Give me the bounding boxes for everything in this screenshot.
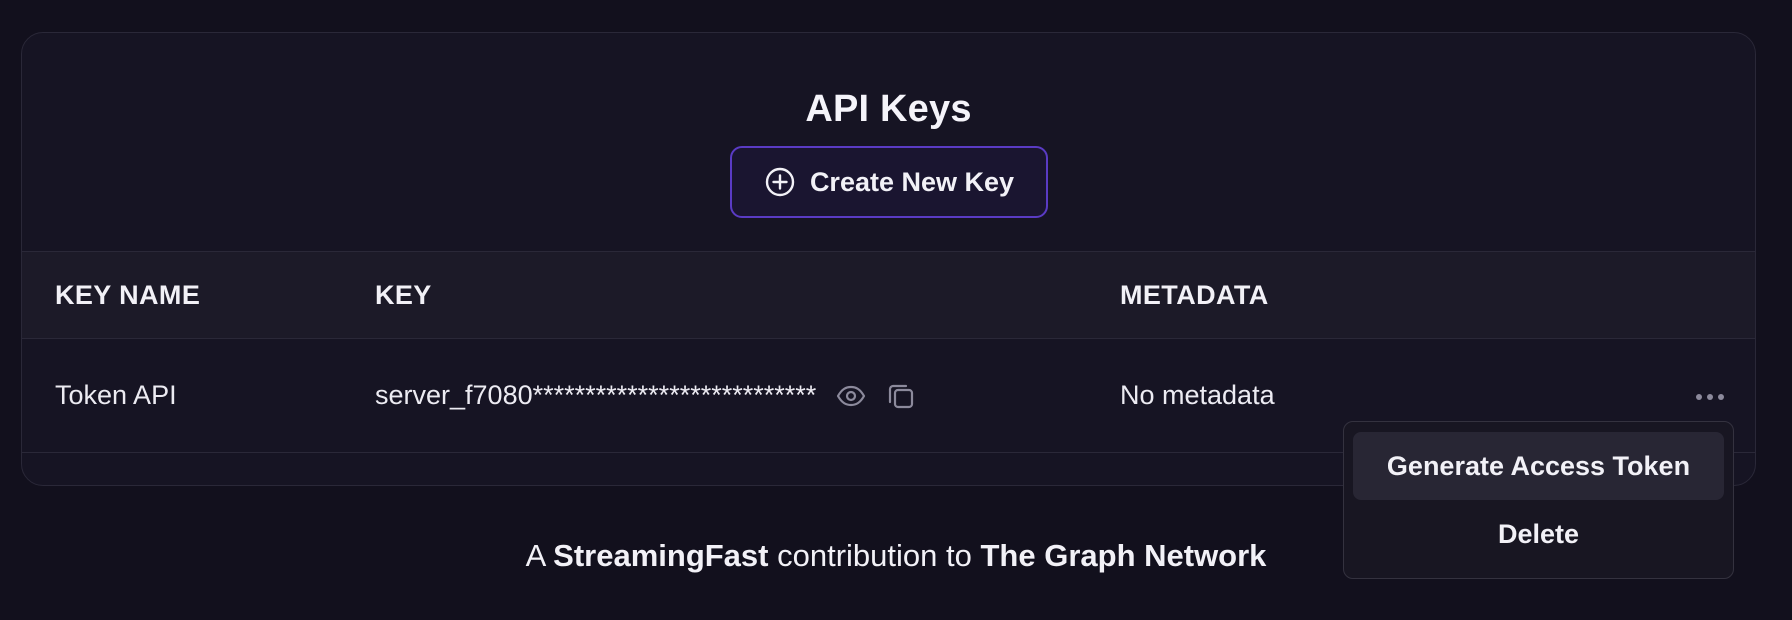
key-value: server_f7080***************************: [375, 380, 817, 410]
metadata-cell: No metadata: [1120, 380, 1275, 410]
menu-item-generate-access-token[interactable]: Generate Access Token: [1353, 432, 1724, 500]
column-header-key: KEY: [375, 280, 432, 310]
column-header-key-name: KEY NAME: [55, 280, 201, 310]
plus-circle-icon: [764, 166, 796, 198]
create-new-key-button[interactable]: Create New Key: [730, 146, 1048, 218]
table-header: KEY NAME KEY METADATA: [22, 251, 1755, 339]
more-dot: [1718, 394, 1724, 400]
more-dot: [1707, 394, 1713, 400]
footer-prefix: A: [525, 538, 545, 573]
footer-org-link[interactable]: StreamingFast: [553, 538, 768, 573]
eye-icon[interactable]: [836, 385, 866, 407]
footer-network-link[interactable]: The Graph Network: [980, 538, 1266, 573]
key-name-cell: Token API: [55, 380, 177, 410]
more-horizontal-icon[interactable]: [1690, 385, 1730, 409]
page-title: API Keys: [805, 88, 972, 130]
page: API Keys Create New Key KEY NAME KEY MET…: [0, 0, 1792, 620]
column-header-metadata: METADATA: [1120, 280, 1269, 310]
key-cell: server_f7080***************************: [375, 339, 916, 452]
footer-middle: contribution to: [777, 538, 972, 573]
create-new-key-label: Create New Key: [809, 166, 1015, 197]
footer-credit: A StreamingFast contribution to The Grap…: [0, 538, 1792, 574]
api-keys-card: API Keys Create New Key KEY NAME KEY MET…: [21, 32, 1756, 486]
more-dot: [1696, 394, 1702, 400]
copy-icon[interactable]: [886, 381, 916, 411]
